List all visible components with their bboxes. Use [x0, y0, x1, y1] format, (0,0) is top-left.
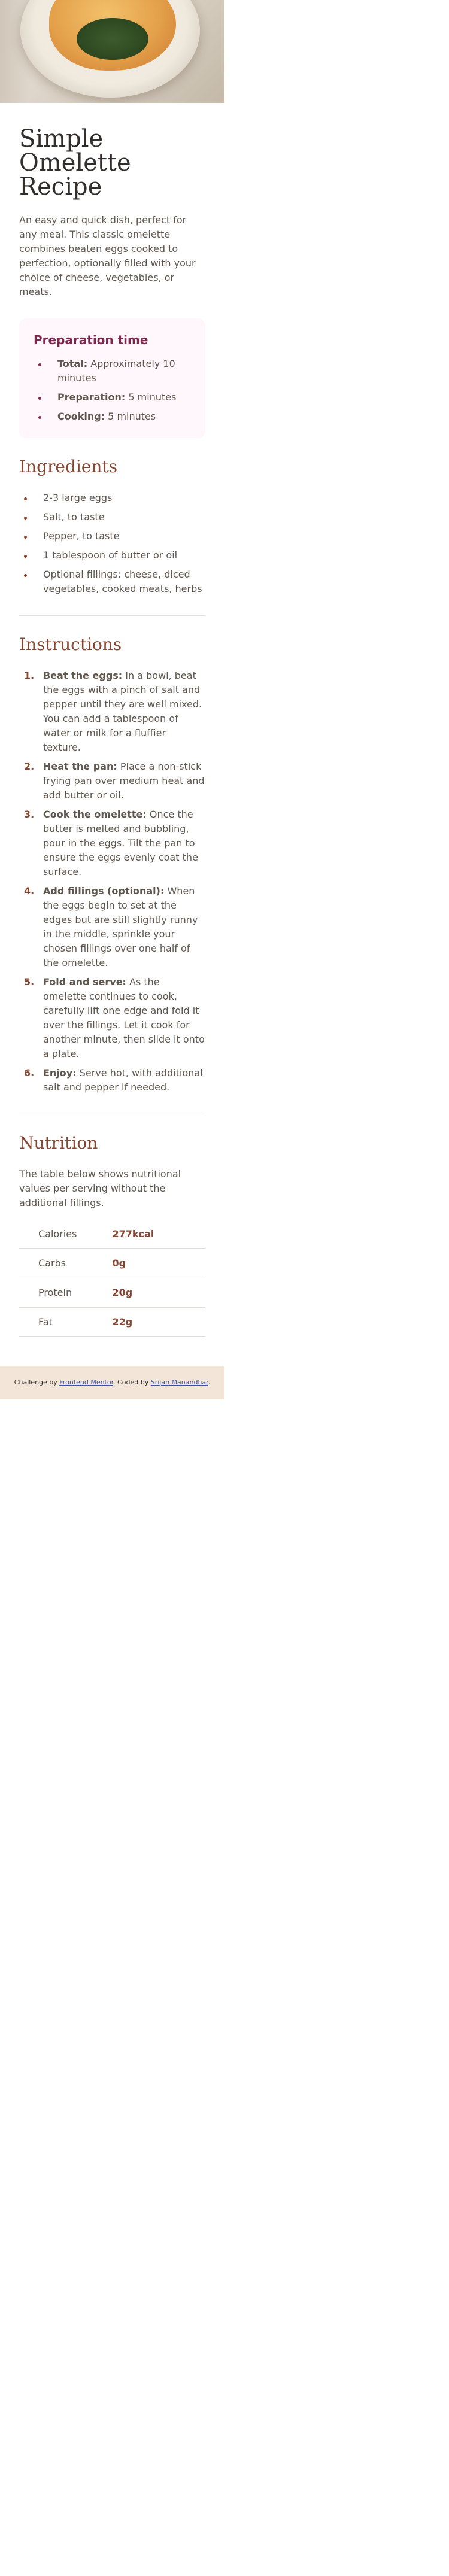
- attribution-suffix: .: [208, 1378, 211, 1386]
- step-number: 6.: [24, 1067, 35, 1079]
- preparation-box: Preparation time Total: Approximately 10…: [19, 318, 205, 438]
- table-row: Protein 20g: [19, 1278, 205, 1308]
- instructions-heading: Instructions: [19, 634, 122, 654]
- instructions-section: Instructions 1. Beat the eggs: In a bowl,…: [19, 635, 205, 1095]
- nutrient-name: Calories: [19, 1220, 113, 1249]
- nutrition-heading: Nutrition: [19, 1133, 98, 1153]
- step-number: 1.: [24, 670, 35, 681]
- step-label: Enjoy:: [43, 1067, 77, 1079]
- ingredient-text: 2-3 large eggs: [43, 492, 113, 503]
- prep-label: Preparation:: [57, 391, 126, 403]
- prep-label: Cooking:: [57, 411, 105, 422]
- attribution-footer: Challenge by Frontend Mentor. Coded by S…: [0, 1366, 224, 1399]
- intro-text: An easy and quick dish, perfect for any …: [19, 214, 196, 297]
- bullet-icon: [24, 555, 27, 558]
- preparation-list: Total: Approximately 10 minutes Preparat…: [34, 357, 191, 424]
- bullet-icon: [24, 497, 27, 500]
- bullet-icon: [24, 536, 27, 539]
- list-item: 1. Beat the eggs: In a bowl, beat the egg…: [19, 669, 205, 755]
- step-number: 5.: [24, 976, 35, 988]
- nutrient-value: 22g: [112, 1307, 205, 1337]
- recipe-content: Simple Omelette Recipe An easy and quick…: [0, 103, 224, 1356]
- nutrient-value: 0g: [112, 1248, 205, 1278]
- nutrition-description: The table below shows nutritional values…: [19, 1168, 181, 1208]
- prep-item-preparation: Preparation: 5 minutes: [34, 390, 191, 405]
- ingredients-heading: Ingredients: [19, 457, 118, 476]
- spinach-shape: [77, 18, 148, 60]
- nutrition-table: Calories 277kcal Carbs 0g Protein 20g Fat 22…: [19, 1220, 205, 1337]
- list-item: 5. Fold and serve: As the omelette contin…: [19, 975, 205, 1061]
- recipe-card: Simple Omelette Recipe An easy and quick…: [0, 0, 224, 1399]
- bullet-icon: [38, 363, 41, 366]
- bullet-icon: [38, 416, 41, 419]
- bullet-icon: [24, 517, 27, 520]
- list-item: 1 tablespoon of butter or oil: [19, 548, 205, 563]
- nutrient-name: Protein: [19, 1278, 113, 1308]
- frontend-mentor-link[interactable]: Frontend Mentor: [59, 1378, 113, 1386]
- divider: [19, 615, 205, 616]
- nutrient-value: 277kcal: [112, 1220, 205, 1249]
- preparation-heading: Preparation time: [34, 333, 148, 347]
- attribution-prefix: Challenge by: [14, 1378, 60, 1386]
- list-item: 2. Heat the pan: Place a non-stick frying…: [19, 760, 205, 803]
- prep-value: 5 minutes: [105, 411, 156, 422]
- omelette-photo: [0, 0, 224, 103]
- step-number: 2.: [24, 761, 35, 772]
- prep-value: 5 minutes: [125, 391, 177, 403]
- list-item: 2-3 large eggs: [19, 491, 205, 505]
- instructions-list: 1. Beat the eggs: In a bowl, beat the egg…: [19, 669, 205, 1095]
- list-item: Optional fillings: cheese, diced vegetab…: [19, 567, 205, 596]
- list-item: 3. Cook the omelette: Once the butter is …: [19, 807, 205, 879]
- list-item: Pepper, to taste: [19, 529, 205, 543]
- step-number: 4.: [24, 885, 35, 897]
- step-label: Cook the omelette:: [43, 809, 147, 820]
- prep-item-total: Total: Approximately 10 minutes: [34, 357, 191, 385]
- ingredient-text: 1 tablespoon of butter or oil: [43, 549, 178, 561]
- nutrition-section: Nutrition The table below shows nutritio…: [19, 1134, 205, 1337]
- list-item: 6. Enjoy: Serve hot, with additional salt…: [19, 1066, 205, 1095]
- table-row: Carbs 0g: [19, 1248, 205, 1278]
- prep-label: Total:: [57, 358, 88, 369]
- prep-item-cooking: Cooking: 5 minutes: [34, 409, 191, 424]
- attribution-middle: . Coded by: [113, 1378, 151, 1386]
- table-row: Fat 22g: [19, 1307, 205, 1337]
- step-text: In a bowl, beat the eggs with a pinch of…: [43, 670, 202, 753]
- step-label: Heat the pan:: [43, 761, 117, 772]
- ingredient-text: Optional fillings: cheese, diced vegetab…: [43, 569, 202, 594]
- bullet-icon: [38, 397, 41, 400]
- list-item: Salt, to taste: [19, 510, 205, 524]
- ingredients-list: 2-3 large eggs Salt, to taste Pepper, to…: [19, 491, 205, 596]
- ingredients-section: Ingredients 2-3 large eggs Salt, to tast…: [19, 457, 205, 596]
- ingredient-text: Pepper, to taste: [43, 530, 120, 542]
- step-label: Beat the eggs:: [43, 670, 123, 681]
- step-label: Fold and serve:: [43, 976, 126, 988]
- step-text: When the eggs begin to set at the edges …: [43, 885, 198, 968]
- step-label: Add fillings (optional):: [43, 885, 165, 897]
- nutrient-name: Carbs: [19, 1248, 113, 1278]
- nutrient-name: Fat: [19, 1307, 113, 1337]
- list-item: 4. Add fillings (optional): When the eggs…: [19, 884, 205, 970]
- step-number: 3.: [24, 809, 35, 820]
- table-row: Calories 277kcal: [19, 1220, 205, 1249]
- ingredient-text: Salt, to taste: [43, 511, 105, 523]
- step-text: As the omelette continues to cook, caref…: [43, 976, 205, 1059]
- author-link[interactable]: Srijan Manandhar: [151, 1378, 208, 1386]
- bullet-icon: [24, 574, 27, 577]
- nutrient-value: 20g: [112, 1278, 205, 1308]
- page-title: Simple Omelette Recipe: [19, 125, 131, 201]
